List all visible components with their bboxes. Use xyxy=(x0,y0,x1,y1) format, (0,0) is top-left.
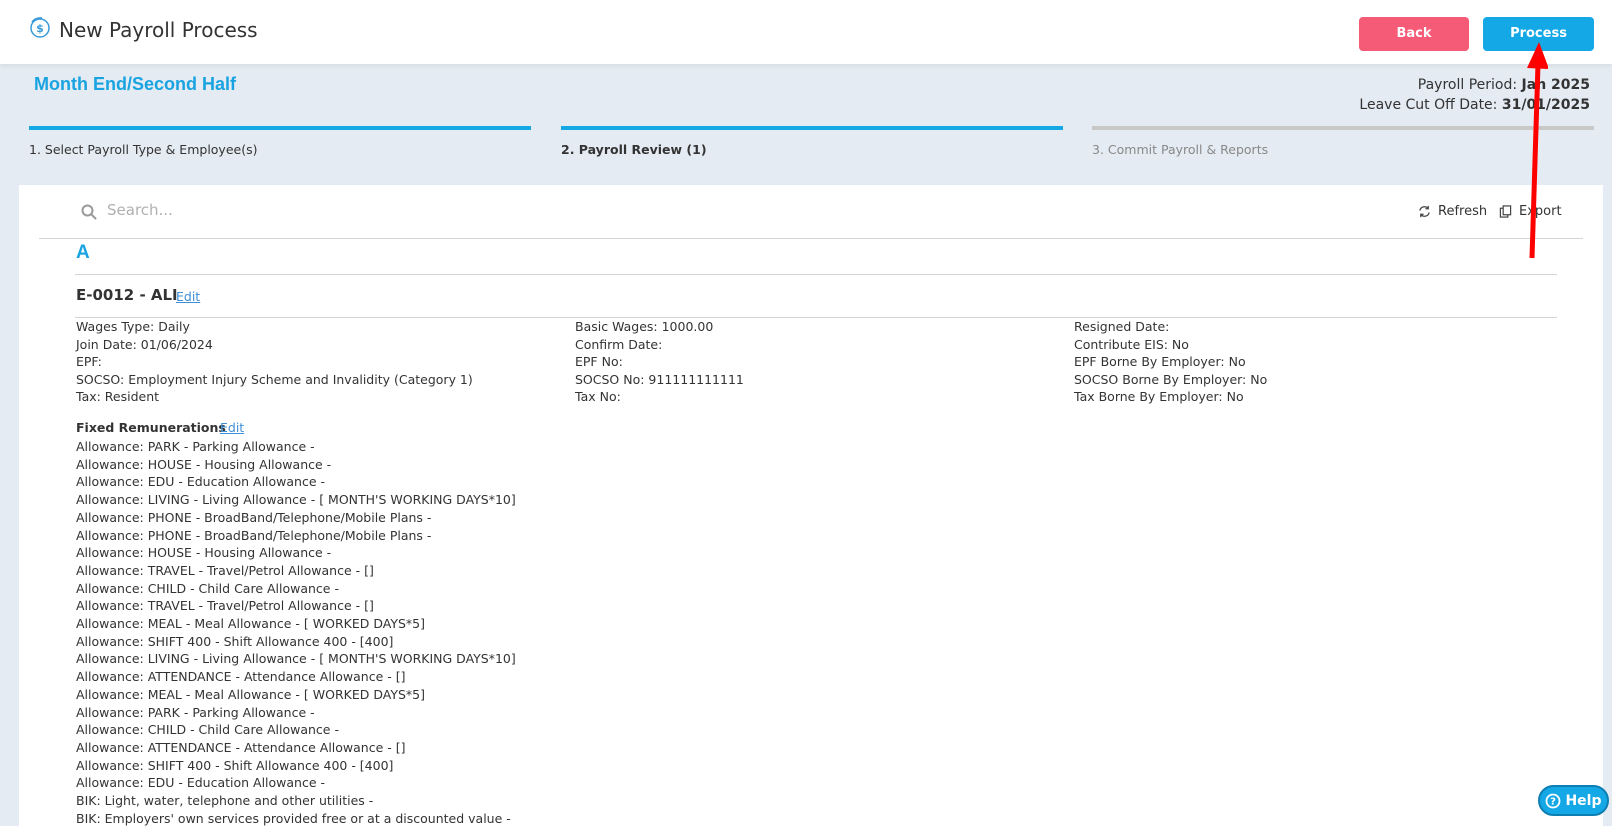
refresh-button[interactable]: Refresh xyxy=(1418,204,1487,219)
edit-employee-link[interactable]: Edit xyxy=(176,289,200,304)
remuneration-item: Allowance: TRAVEL - Travel/Petrol Allowa… xyxy=(76,562,374,578)
page-title: New Payroll Process xyxy=(59,18,258,42)
remuneration-item: Allowance: LIVING - Living Allowance - [… xyxy=(76,651,516,667)
remuneration-item: Allowance: CHILD - Child Care Allowance … xyxy=(76,580,339,596)
detail-tax-no: Tax No: xyxy=(575,389,621,405)
step-progress-bar xyxy=(1092,126,1594,130)
remuneration-item: Allowance: HOUSE - Housing Allowance - xyxy=(76,456,332,472)
payroll-review-card: Refresh Export A E-0012 - ALI Edit Wages… xyxy=(19,185,1603,826)
remuneration-item: Allowance: CHILD - Child Care Allowance … xyxy=(76,722,339,738)
leave-cutoff-label: Leave Cut Off Date: xyxy=(1359,97,1502,113)
remuneration-item: Allowance: LIVING - Living Allowance - [… xyxy=(76,492,516,508)
remuneration-item: BIK: Light, water, telephone and other u… xyxy=(76,793,374,809)
group-letter-heading: A xyxy=(76,242,90,263)
edit-remunerations-link[interactable]: Edit xyxy=(220,420,244,435)
payroll-period-value: Jan 2025 xyxy=(1521,77,1590,93)
employee-details-column-1: Wages Type: Daily Join Date: 01/06/2024 … xyxy=(76,318,473,406)
payroll-icon: $ xyxy=(30,17,50,38)
remuneration-item: Allowance: PHONE - BroadBand/Telephone/M… xyxy=(76,509,432,525)
step-label: 3. Commit Payroll & Reports xyxy=(1092,142,1269,157)
detail-epf: EPF: xyxy=(76,354,102,370)
step-commit-payroll: 3. Commit Payroll & Reports xyxy=(1092,126,1594,157)
payroll-period-info: Payroll Period: Jan 2025 Leave Cut Off D… xyxy=(1359,75,1590,115)
step-payroll-review: 2. Payroll Review (1) xyxy=(561,126,1063,157)
question-icon: ? xyxy=(1546,793,1561,808)
detail-contribute-eis: Contribute EIS: No xyxy=(1074,336,1189,352)
remuneration-item: Allowance: HOUSE - Housing Allowance - xyxy=(76,545,332,561)
refresh-label: Refresh xyxy=(1438,204,1488,219)
remuneration-item: Allowance: ATTENDANCE - Attendance Allow… xyxy=(76,669,406,685)
detail-epf-borne: EPF Borne By Employer: No xyxy=(1074,354,1246,370)
remuneration-item: Allowance: PHONE - BroadBand/Telephone/M… xyxy=(76,527,432,543)
detail-socso-borne: SOCSO Borne By Employer: No xyxy=(1074,371,1268,387)
search-input[interactable] xyxy=(107,195,707,225)
divider xyxy=(75,274,1557,275)
detail-socso: SOCSO: Employment Injury Scheme and Inva… xyxy=(76,371,473,387)
detail-join-date: Join Date: 01/06/2024 xyxy=(76,336,213,352)
detail-confirm-date: Confirm Date: xyxy=(575,336,663,352)
svg-text:$: $ xyxy=(36,22,44,35)
detail-tax-borne: Tax Borne By Employer: No xyxy=(1074,389,1244,405)
export-icon xyxy=(1499,205,1512,218)
detail-socso-no: SOCSO No: 911111111111 xyxy=(575,371,744,387)
employee-details-column-2: Basic Wages: 1000.00 Confirm Date: EPF N… xyxy=(575,318,744,406)
detail-tax: Tax: Resident xyxy=(76,389,160,405)
detail-wages-type: Wages Type: Daily xyxy=(76,319,190,334)
step-progress-bar xyxy=(561,126,1063,130)
detail-basic-wages: Basic Wages: 1000.00 xyxy=(575,319,714,334)
export-label: Export xyxy=(1519,204,1562,219)
payroll-type-title: Month End/Second Half xyxy=(34,74,236,94)
remuneration-list: Allowance: PARK - Parking Allowance - All… xyxy=(76,438,516,826)
remuneration-item: Allowance: SHIFT 400 - Shift Allowance 4… xyxy=(76,633,394,649)
remuneration-item: Allowance: SHIFT 400 - Shift Allowance 4… xyxy=(76,757,394,773)
process-button[interactable]: Process xyxy=(1483,17,1594,51)
remuneration-item: Allowance: PARK - Parking Allowance - xyxy=(76,704,315,720)
refresh-icon xyxy=(1419,205,1430,218)
payroll-period-label: Payroll Period: xyxy=(1417,77,1522,93)
divider xyxy=(39,238,1583,239)
remuneration-item: Allowance: PARK - Parking Allowance - xyxy=(76,439,315,454)
employee-details-column-3: Resigned Date: Contribute EIS: No EPF Bo… xyxy=(1074,318,1267,406)
help-label: Help xyxy=(1565,792,1602,809)
step-progress-bar xyxy=(29,126,531,130)
back-button[interactable]: Back xyxy=(1359,17,1469,51)
remuneration-item: Allowance: MEAL - Meal Allowance - [ WOR… xyxy=(76,616,425,632)
remuneration-item: Allowance: ATTENDANCE - Attendance Allow… xyxy=(76,739,406,755)
search-icon xyxy=(81,204,97,220)
step-select-payroll-type: 1. Select Payroll Type & Employee(s) xyxy=(29,126,531,157)
remuneration-item: Allowance: EDU - Education Allowance - xyxy=(76,775,326,791)
remuneration-item: Allowance: TRAVEL - Travel/Petrol Allowa… xyxy=(76,598,374,614)
svg-text:?: ? xyxy=(1551,796,1557,807)
detail-resigned-date: Resigned Date: xyxy=(1074,319,1170,334)
export-button[interactable]: Export xyxy=(1499,204,1562,219)
employee-title: E-0012 - ALI xyxy=(76,286,178,304)
remuneration-item: Allowance: MEAL - Meal Allowance - [ WOR… xyxy=(76,686,425,702)
leave-cutoff-value: 31/01/2025 xyxy=(1501,97,1590,113)
detail-epf-no: EPF No: xyxy=(575,354,623,370)
remuneration-item: BIK: Employers' own services provided fr… xyxy=(76,810,511,826)
step-label: 2. Payroll Review (1) xyxy=(561,142,707,157)
remuneration-item: Allowance: EDU - Education Allowance - xyxy=(76,474,326,490)
help-button[interactable]: ? Help xyxy=(1538,785,1609,816)
top-bar: $ New Payroll Process Back Process xyxy=(0,0,1612,64)
step-label: 1. Select Payroll Type & Employee(s) xyxy=(29,142,258,157)
fixed-remunerations-heading: Fixed Remunerations xyxy=(76,420,226,435)
